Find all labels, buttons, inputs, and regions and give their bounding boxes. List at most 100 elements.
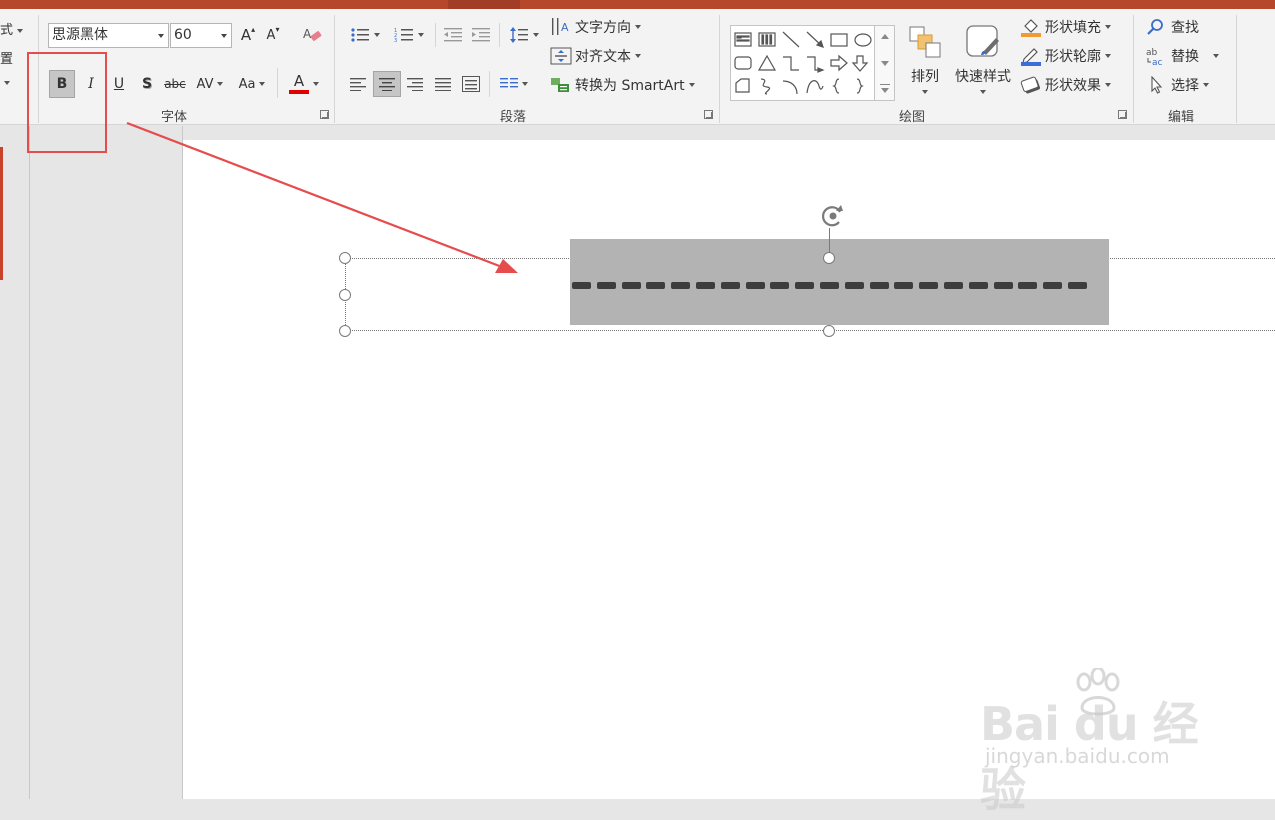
dash-segment: [745, 282, 765, 289]
align-left-button[interactable]: [347, 73, 369, 95]
character-spacing-button[interactable]: AV: [193, 70, 227, 98]
bold-button-highlight: [27, 52, 107, 153]
dash-segment: [572, 282, 591, 289]
shrink-font-button[interactable]: A ▾: [263, 24, 283, 46]
columns-button[interactable]: [495, 73, 533, 95]
text-shadow-icon: S: [141, 76, 153, 92]
drawing-group-label: 绘图: [899, 110, 926, 125]
current-slide-marker: [0, 147, 3, 280]
slide-thumbnails-pane[interactable]: [30, 126, 183, 799]
underline-button[interactable]: U: [108, 70, 130, 98]
select-label: 选择: [1171, 78, 1199, 94]
eraser-icon: A: [303, 27, 322, 41]
rotate-handle-icon[interactable]: [815, 202, 851, 232]
quick-styles-icon: [966, 25, 999, 57]
svg-text:3: 3: [394, 38, 397, 43]
quick-styles-button[interactable]: 快速样式: [952, 19, 1014, 99]
font-color-button[interactable]: A: [284, 70, 324, 98]
bullets-button[interactable]: [345, 24, 385, 46]
shapes-gallery-scroll[interactable]: [875, 25, 895, 101]
shape-effects-label: 形状效果: [1045, 78, 1101, 94]
search-icon: [1147, 19, 1163, 35]
cut-reset-label: 置: [0, 52, 14, 67]
numbering-button[interactable]: 123: [389, 24, 429, 46]
paint-bucket-icon: [1021, 19, 1041, 37]
cut-style-label: 式: [0, 23, 14, 38]
font-color-letter: A: [293, 72, 305, 90]
paragraph-dialog-launcher[interactable]: [704, 110, 713, 119]
numbered-list-icon: 123: [394, 28, 413, 43]
dash-segment: [596, 282, 616, 289]
resize-handle-top-left[interactable]: [339, 252, 351, 264]
line-spacing-button[interactable]: [505, 24, 543, 46]
dash-segment: [820, 282, 839, 289]
dash-segment: [1068, 282, 1087, 289]
font-name-value: 思源黑体: [52, 27, 108, 43]
font-size-combo[interactable]: 60: [170, 23, 232, 48]
quick-styles-label: 快速样式: [955, 69, 1011, 85]
ribbon: 式 置 思源黑体 60 A ▴ A ▾ A B I U S abc AV Aa A …: [0, 9, 1275, 125]
find-button[interactable]: 查找: [1146, 17, 1199, 37]
pen-outline-icon: [1021, 48, 1041, 66]
paragraph-group-label: 段落: [500, 110, 527, 125]
resize-handle-middle-left[interactable]: [339, 289, 351, 301]
dash-segment: [993, 282, 1013, 289]
arrange-icon: [909, 26, 941, 58]
align-center-button[interactable]: [373, 71, 401, 97]
arrange-button[interactable]: 排列: [902, 19, 948, 99]
shape-effects-icon: [1020, 76, 1041, 94]
decrease-indent-button[interactable]: [441, 24, 465, 46]
cursor-arrow-icon: [1151, 76, 1163, 94]
replace-icon: abac: [1146, 48, 1163, 66]
distributed-align-icon: [462, 76, 480, 92]
increase-indent-button[interactable]: [469, 24, 493, 46]
dash-segment: [944, 282, 963, 289]
shrink-font-icon: A: [266, 27, 276, 43]
decrease-indent-icon: [444, 28, 462, 42]
convert-smartart-button[interactable]: 转换为 SmartArt: [550, 75, 695, 95]
shape-outline-button[interactable]: 形状轮廓: [1020, 46, 1111, 66]
shape-fill-label: 形状填充: [1045, 20, 1101, 36]
underline-icon: U: [113, 76, 125, 92]
font-name-combo[interactable]: 思源黑体: [48, 23, 169, 48]
strikethrough-button[interactable]: abc: [162, 70, 188, 98]
text-direction-icon: A: [552, 18, 569, 35]
font-size-value: 60: [174, 27, 192, 43]
change-case-button[interactable]: Aa: [234, 70, 270, 98]
distributed-button[interactable]: [459, 73, 483, 95]
align-text-button[interactable]: 对齐文本: [550, 46, 641, 66]
rotate-handle-stem: [829, 228, 830, 253]
svg-text:A: A: [561, 21, 569, 34]
grow-font-button[interactable]: A ▴: [238, 24, 258, 46]
columns-icon: [500, 78, 518, 88]
select-button[interactable]: 选择: [1146, 75, 1209, 95]
drawing-dialog-launcher[interactable]: [1118, 110, 1127, 119]
replace-button[interactable]: ab ac 替换: [1146, 46, 1219, 66]
resize-handle-top-center[interactable]: [823, 252, 835, 264]
dash-segment: [795, 282, 815, 289]
shape-effects-button[interactable]: 形状效果: [1020, 75, 1111, 95]
shape-fill-button[interactable]: 形状填充: [1020, 17, 1111, 37]
cut-dropdown[interactable]: [0, 75, 10, 90]
font-dialog-launcher[interactable]: [320, 110, 329, 119]
font-group-label: 字体: [161, 110, 188, 125]
grow-font-icon: A: [240, 26, 252, 44]
clear-formatting-button[interactable]: A: [301, 24, 323, 46]
svg-text:A: A: [303, 27, 312, 41]
dash-segment: [720, 282, 740, 289]
shapes-gallery[interactable]: [730, 25, 875, 101]
dash-segment: [869, 282, 889, 289]
text-direction-button[interactable]: A 文字方向: [550, 17, 641, 37]
resize-handle-bottom-center[interactable]: [823, 325, 835, 337]
justify-button[interactable]: [432, 73, 454, 95]
change-case-icon: Aa: [238, 76, 256, 92]
cut-style-button[interactable]: 式: [0, 19, 24, 38]
strikethrough-icon: abc: [164, 77, 186, 91]
smartart-icon: [551, 78, 569, 92]
resize-handle-bottom-left[interactable]: [339, 325, 351, 337]
cut-reset-button[interactable]: 置: [0, 48, 13, 67]
title-bar-strip: [0, 0, 1275, 9]
shadow-button[interactable]: S: [136, 70, 158, 98]
editing-group-label: 编辑: [1168, 110, 1195, 125]
align-right-button[interactable]: [404, 73, 426, 95]
